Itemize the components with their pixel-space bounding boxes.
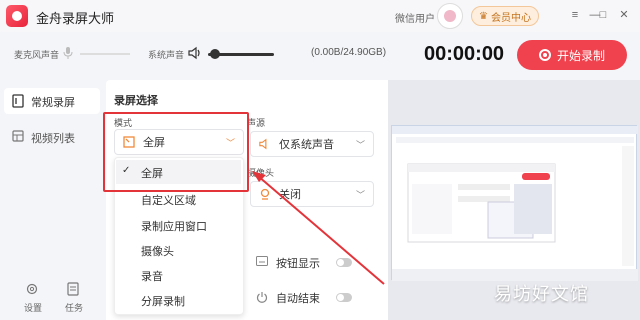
- audio-source-value: 仅系统声音: [279, 139, 334, 151]
- sidebar: [0, 80, 106, 320]
- power-icon: [256, 292, 268, 303]
- speaker-icon: [259, 138, 267, 150]
- watermark: 易坊好文馆: [494, 284, 589, 304]
- annotation-arrow: [252, 171, 385, 285]
- vip-center-button[interactable]: ♛ 会员中心: [471, 6, 539, 26]
- settings-label[interactable]: 设置: [24, 301, 42, 314]
- close-icon[interactable]: ✕: [617, 8, 631, 22]
- chevron-down-icon: ﹀: [355, 139, 365, 150]
- system-volume-knob[interactable]: [210, 49, 220, 59]
- section-title: 录屏选择: [114, 95, 158, 107]
- tasks-label[interactable]: 任务: [65, 301, 83, 314]
- record-screen-icon: [12, 94, 24, 108]
- sidebar-item-label: 常规录屏: [31, 97, 75, 109]
- desktop-preview-image: [392, 126, 638, 281]
- mode-option-audio[interactable]: 录音: [141, 268, 163, 284]
- auto-end-label: 自动结束: [276, 293, 320, 305]
- start-recording-button[interactable]: 开始录制: [517, 40, 627, 70]
- mode-option-split-screen[interactable]: 分屏录制: [141, 293, 185, 309]
- user-name[interactable]: 微信用户: [395, 10, 435, 25]
- auto-end-toggle[interactable]: [336, 293, 352, 302]
- mode-option-custom-area[interactable]: 自定义区域: [141, 192, 196, 208]
- sidebar-item-video-list[interactable]: 视频列表: [31, 130, 75, 146]
- crown-icon: ♛: [479, 10, 488, 22]
- highlight-box: [103, 112, 249, 192]
- gear-icon[interactable]: [25, 282, 39, 296]
- microphone-icon[interactable]: [63, 47, 73, 59]
- app-title: 金舟录屏大师: [36, 11, 115, 26]
- recording-timer: 00:00:00: [424, 43, 505, 65]
- menu-icon[interactable]: ≡: [568, 8, 582, 22]
- system-sound-label: 系统声音: [148, 50, 185, 60]
- audio-source-label: 声源: [247, 118, 266, 128]
- avatar[interactable]: [437, 3, 463, 29]
- speaker-icon[interactable]: [188, 46, 202, 60]
- mode-option-camera[interactable]: 摄像头: [141, 243, 174, 259]
- record-icon: [538, 49, 551, 61]
- vip-center-label: 会员中心: [490, 12, 531, 24]
- app-logo-icon: [6, 5, 28, 27]
- mic-volume-slider[interactable]: [80, 53, 130, 55]
- mic-label: 麦克风声音: [14, 50, 60, 60]
- maximize-icon[interactable]: □: [596, 8, 610, 22]
- task-icon[interactable]: [66, 282, 80, 296]
- storage-info: (0.00B/24.90GB): [311, 47, 387, 58]
- preview-thumbnail: [391, 125, 638, 281]
- start-recording-label: 开始录制: [556, 48, 605, 63]
- mode-option-app-window[interactable]: 录制应用窗口: [141, 218, 207, 234]
- video-list-icon: [12, 130, 24, 142]
- audio-source-select[interactable]: 仅系统声音 ﹀: [250, 131, 374, 157]
